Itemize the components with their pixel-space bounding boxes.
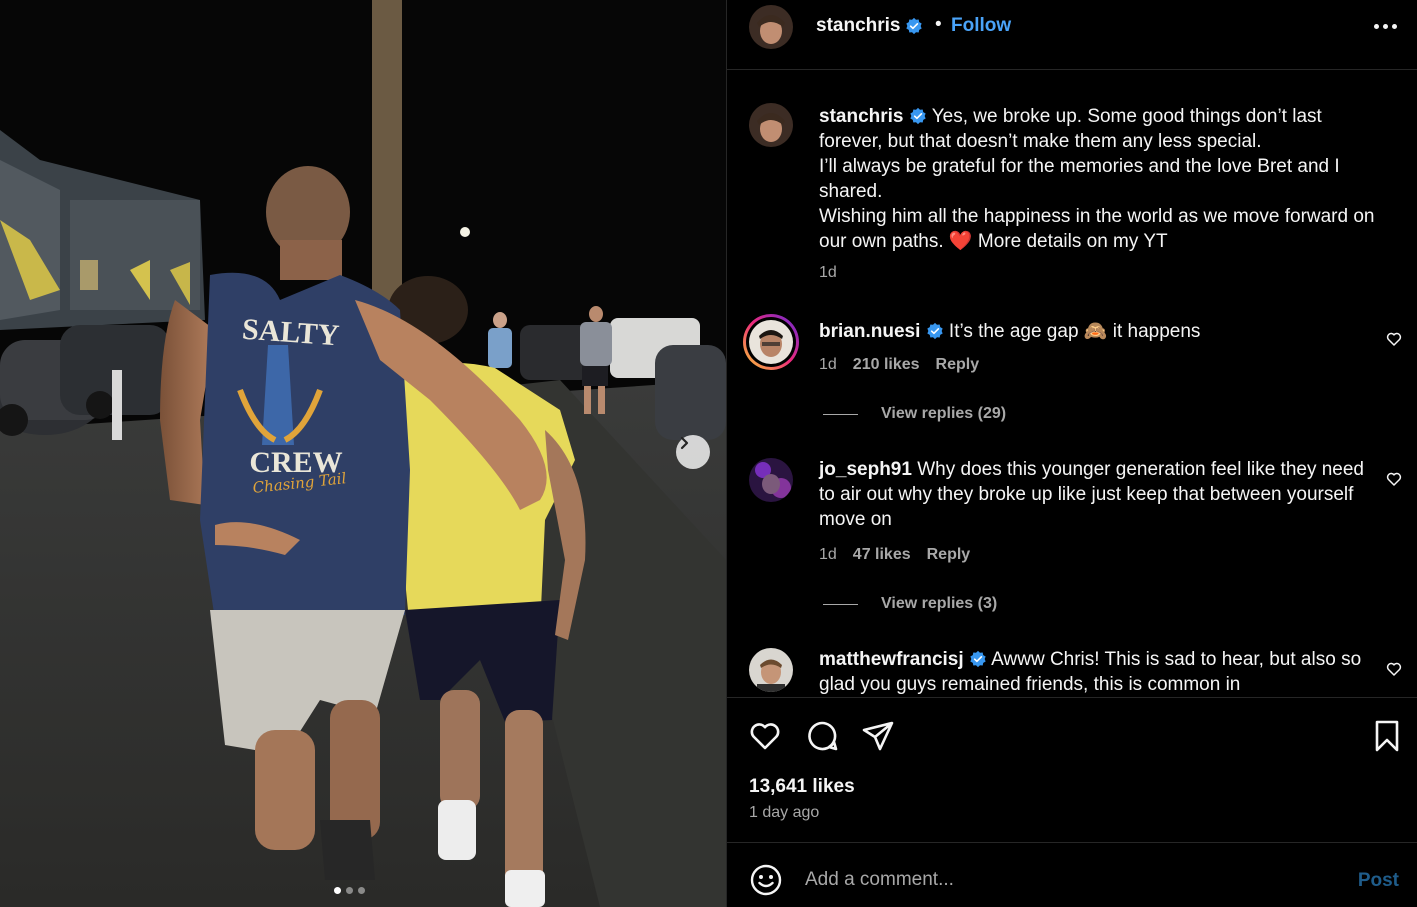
verified-badge-icon: [906, 17, 923, 35]
comment-body-b: it happens: [1112, 321, 1201, 342]
comment-like-heart-icon[interactable]: [1385, 660, 1403, 678]
shirt-text-salty: SALTY: [241, 313, 341, 353]
more-horizontal-icon[interactable]: [1374, 24, 1397, 29]
author-username-row[interactable]: stanchris: [816, 15, 923, 37]
avatar-image: [749, 5, 793, 49]
paper-plane-icon[interactable]: [860, 718, 896, 754]
comment-composer: Post: [727, 844, 1417, 907]
avatar-image: [749, 320, 793, 364]
comment-avatar-story-ring[interactable]: [743, 314, 799, 370]
comment-avatar[interactable]: [749, 648, 793, 692]
comments-list[interactable]: stanchris Yes, we broke up. Some good th…: [727, 71, 1417, 697]
avatar-image: [749, 103, 793, 147]
author-avatar[interactable]: [749, 5, 793, 49]
likes-count[interactable]: 13,641 likes: [749, 776, 855, 798]
comment-time: 1d: [819, 546, 837, 563]
caption-time: 1d: [819, 264, 837, 281]
carousel-dot: [334, 887, 341, 894]
carousel-dot: [358, 887, 365, 894]
verified-badge-icon: [970, 650, 986, 668]
comment-meta: 1d 47 likes Reply: [819, 546, 970, 564]
heart-icon[interactable]: [747, 718, 783, 754]
comment-username[interactable]: matthewfrancisj: [819, 649, 964, 670]
verified-badge-icon: [926, 322, 943, 340]
post-header: stanchris • Follow: [727, 0, 1417, 70]
add-comment-input[interactable]: [805, 858, 1325, 902]
bookmark-icon[interactable]: [1369, 718, 1405, 754]
post-comment-button[interactable]: Post: [1358, 870, 1399, 892]
caption-meta: 1d: [819, 264, 837, 282]
avatar-image: [749, 458, 793, 502]
comment-text: brian.nuesi It’s the age gap 🙈 it happen…: [819, 319, 1384, 344]
caption-line-2: I’ll always be grateful for the memories…: [819, 156, 1340, 202]
comment-text: jo_seph91 Why does this younger generati…: [819, 457, 1384, 532]
photo-scene: SALTY CREW Chasing Tail: [0, 0, 726, 907]
view-replies-button[interactable]: View replies (3): [823, 595, 997, 613]
comment-reply-button[interactable]: Reply: [927, 546, 971, 564]
comment-time: 1d: [819, 356, 837, 373]
caption-line-3b: More details on my YT: [977, 231, 1168, 252]
replies-divider-line: [823, 603, 858, 605]
carousel-dot: [346, 887, 353, 894]
verified-badge-icon: [910, 107, 926, 125]
caption-username[interactable]: stanchris: [819, 106, 903, 127]
caption-text: stanchris Yes, we broke up. Some good th…: [819, 104, 1384, 254]
smiley-icon[interactable]: [749, 863, 783, 897]
chevron-right-icon: [680, 436, 689, 450]
post-actions: 13,641 likes 1 day ago: [727, 697, 1417, 843]
replies-divider-line: [823, 413, 858, 415]
carousel-next-button[interactable]: [676, 435, 710, 469]
comment-likes[interactable]: 210 likes: [853, 356, 920, 374]
comment-body-a: It’s the age gap: [948, 321, 1079, 342]
follow-button[interactable]: Follow: [951, 15, 1011, 37]
comment-text: matthewfrancisj Awww Chris! This is sad …: [819, 647, 1384, 697]
avatar-image: [749, 648, 793, 692]
comment-username[interactable]: brian.nuesi: [819, 321, 920, 342]
comment-username[interactable]: jo_seph91: [819, 459, 912, 480]
post-time-ago: 1 day ago: [749, 804, 820, 821]
author-username[interactable]: stanchris: [816, 15, 900, 37]
view-replies-label[interactable]: View replies (29): [881, 405, 1006, 423]
comment-meta: 1d 210 likes Reply: [819, 356, 979, 374]
view-replies-label[interactable]: View replies (3): [881, 595, 997, 613]
view-replies-button[interactable]: View replies (29): [823, 405, 1006, 423]
comment-like-heart-icon[interactable]: [1385, 330, 1403, 348]
post-photo[interactable]: SALTY CREW Chasing Tail: [0, 0, 726, 907]
comment-likes[interactable]: 47 likes: [853, 546, 911, 564]
comment-avatar[interactable]: [749, 458, 793, 502]
red-heart-emoji: ❤️: [948, 231, 973, 252]
comment-bubble-icon[interactable]: [804, 718, 840, 754]
see-no-evil-emoji: 🙈: [1083, 321, 1108, 342]
comment-reply-button[interactable]: Reply: [936, 356, 980, 374]
header-separator: •: [935, 14, 942, 35]
comment-like-heart-icon[interactable]: [1385, 470, 1403, 488]
post-side-panel: stanchris • Follow stanchris Yes, we bro…: [726, 0, 1417, 907]
caption-avatar[interactable]: [749, 103, 793, 147]
carousel-indicator: [334, 887, 365, 894]
